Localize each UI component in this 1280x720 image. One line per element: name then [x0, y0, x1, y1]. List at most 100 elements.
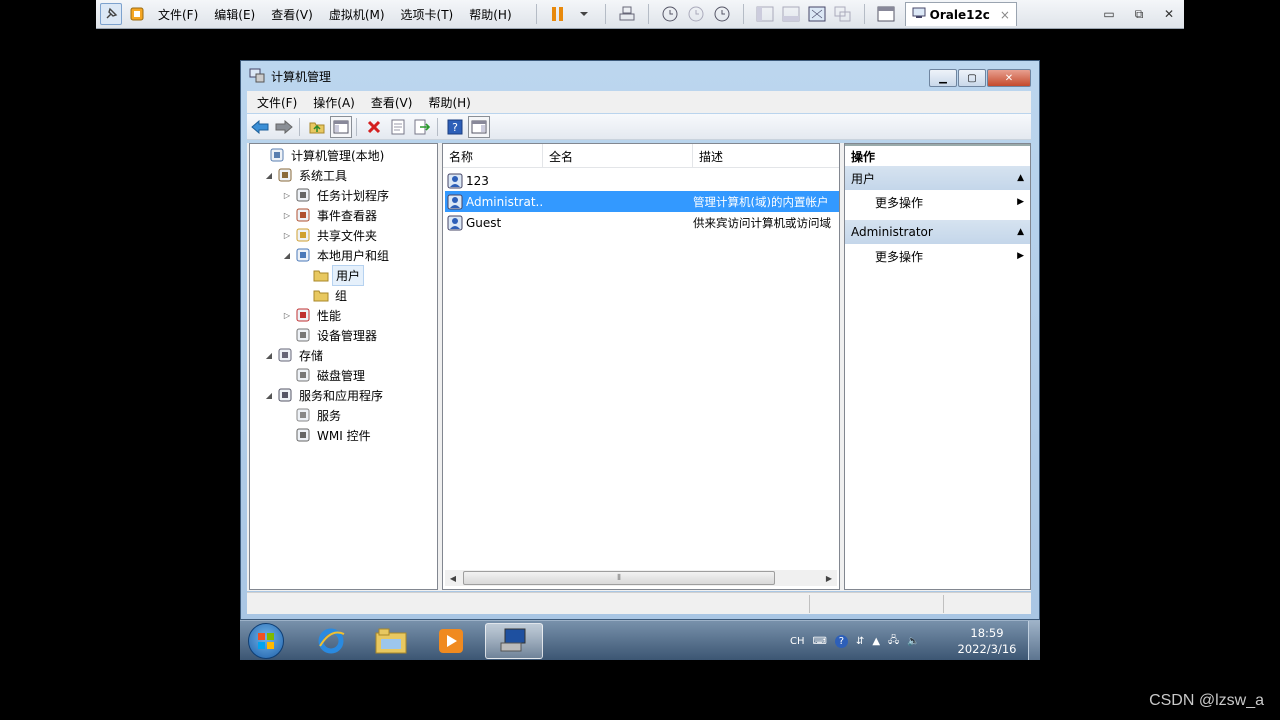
restore-icon[interactable]: ⧉: [1124, 7, 1154, 22]
language-indicator[interactable]: CH: [790, 636, 805, 647]
list-row[interactable]: 123: [445, 170, 839, 191]
tab-close-button[interactable]: ×: [1000, 8, 1010, 22]
back-arrow-icon[interactable]: [249, 116, 271, 138]
tree-item[interactable]: ◢ 本地用户和组: [282, 245, 392, 265]
collapse-arrow-icon[interactable]: ◢: [282, 251, 292, 260]
help-icon[interactable]: ?: [444, 116, 466, 138]
tree-item[interactable]: WMI 控件: [282, 425, 374, 445]
vmware-menu-vm[interactable]: 虚拟机(M): [329, 6, 385, 23]
tree-item[interactable]: ◢ 存储: [264, 345, 326, 365]
scroll-left-icon[interactable]: ◀: [445, 574, 461, 583]
vmware-menu-file[interactable]: 文件(F): [158, 6, 198, 23]
input-options-icon[interactable]: ⇵: [856, 636, 864, 647]
tree-item[interactable]: 设备管理器: [282, 325, 380, 345]
horizontal-scrollbar[interactable]: ◀ ⦀ ▶: [445, 570, 837, 586]
tree-item[interactable]: 磁盘管理: [282, 365, 368, 385]
more-actions-item[interactable]: 更多操作 ▶: [845, 190, 1030, 214]
library-view-icon[interactable]: [752, 3, 778, 25]
network-icon[interactable]: 🖧: [888, 633, 899, 650]
computer-management-task-button[interactable]: [485, 623, 543, 659]
clock-time: 18:59: [970, 626, 1004, 640]
vmware-logo-icon[interactable]: [126, 3, 148, 25]
close-button[interactable]: ✕: [987, 69, 1031, 87]
show-desktop-button[interactable]: [1028, 621, 1040, 660]
minimize-button[interactable]: ▁: [929, 69, 957, 87]
tab-vm[interactable]: Orale12c ×: [904, 2, 1017, 26]
scrollbar-thumb[interactable]: ⦀: [463, 571, 775, 585]
tree-item[interactable]: 计算机管理(本地): [256, 145, 387, 165]
collapse-icon[interactable]: ▲: [1017, 227, 1024, 237]
properties-icon[interactable]: [387, 116, 409, 138]
send-ctrl-alt-del-icon[interactable]: [614, 3, 640, 25]
show-hide-action-pane-icon[interactable]: [468, 115, 490, 138]
menu-action[interactable]: 操作(A): [313, 94, 355, 111]
tree-item[interactable]: ◢ 服务和应用程序: [264, 385, 386, 405]
collapse-icon[interactable]: ▲: [1017, 173, 1024, 183]
up-folder-icon[interactable]: [306, 116, 328, 138]
computer-management-window: 计算机管理 ▁ ▢ ✕ 文件(F) 操作(A) 查看(V) 帮助(H) ? 计算…: [240, 60, 1040, 620]
menu-file[interactable]: 文件(F): [257, 94, 297, 111]
file-explorer-icon[interactable]: [362, 623, 420, 659]
expand-arrow-icon[interactable]: ▷: [282, 311, 292, 320]
expand-arrow-icon[interactable]: ▷: [282, 191, 292, 200]
tree-item[interactable]: 组: [300, 285, 350, 305]
expand-arrow-icon[interactable]: ▷: [282, 211, 292, 220]
title-bar[interactable]: 计算机管理: [241, 61, 1039, 91]
export-list-icon[interactable]: [411, 116, 433, 138]
delete-icon[interactable]: [363, 116, 385, 138]
tree-item[interactable]: ▷ 任务计划程序: [282, 185, 392, 205]
column-header-name[interactable]: 名称: [443, 144, 543, 168]
vmware-menu-view[interactable]: 查看(V): [271, 6, 313, 23]
system-tray: CH ⌨ ? ⇵ ▲ 🖧 🔈: [790, 621, 928, 660]
internet-explorer-icon[interactable]: [302, 623, 360, 659]
volume-icon[interactable]: 🔈: [907, 636, 919, 647]
menu-bar: 文件(F) 操作(A) 查看(V) 帮助(H): [247, 91, 1031, 113]
pause-icon[interactable]: [545, 3, 571, 25]
tree-item[interactable]: ◢ 系统工具: [264, 165, 350, 185]
pin-icon[interactable]: [100, 3, 122, 25]
vmware-menu-edit[interactable]: 编辑(E): [214, 6, 255, 23]
chevron-down-icon[interactable]: [571, 3, 597, 25]
column-header-description[interactable]: 描述: [693, 144, 839, 168]
home-tab-icon[interactable]: [873, 3, 899, 25]
close-icon[interactable]: ✕: [1154, 7, 1184, 22]
action-group-users[interactable]: 用户 ▲: [845, 166, 1030, 190]
collapse-arrow-icon[interactable]: ◢: [264, 351, 274, 360]
clock[interactable]: 18:59 2022/3/16: [952, 625, 1022, 657]
vmware-menu-tabs[interactable]: 选项卡(T): [401, 6, 454, 23]
column-header-fullname[interactable]: 全名: [543, 144, 693, 168]
forward-arrow-icon[interactable]: [273, 116, 295, 138]
revert-snapshot-icon[interactable]: [683, 3, 709, 25]
tree-item[interactable]: 服务: [282, 405, 344, 425]
more-actions-item[interactable]: 更多操作 ▶: [845, 244, 1030, 268]
show-hide-tree-icon[interactable]: [330, 115, 352, 138]
media-player-icon[interactable]: [422, 623, 480, 659]
vmware-menu-help[interactable]: 帮助(H): [469, 6, 511, 23]
user-name: Administrat...: [466, 194, 543, 209]
snapshot-manager-icon[interactable]: [709, 3, 735, 25]
tree-item[interactable]: ▷ 事件查看器: [282, 205, 380, 225]
thumbnail-view-icon[interactable]: [778, 3, 804, 25]
collapse-arrow-icon[interactable]: ◢: [264, 171, 274, 180]
tree-item[interactable]: ▷ 共享文件夹: [282, 225, 380, 245]
start-button[interactable]: [248, 623, 284, 659]
list-row[interactable]: Guest 供来宾访问计算机或访问域: [445, 212, 839, 233]
taskbar: CH ⌨ ? ⇵ ▲ 🖧 🔈 18:59 2022/3/16: [240, 620, 1040, 660]
unity-icon[interactable]: [830, 3, 856, 25]
full-screen-icon[interactable]: [804, 3, 830, 25]
menu-view[interactable]: 查看(V): [371, 94, 413, 111]
help-tray-icon[interactable]: ?: [834, 634, 848, 648]
keyboard-icon[interactable]: ⌨: [813, 636, 827, 647]
menu-help[interactable]: 帮助(H): [428, 94, 470, 111]
collapse-arrow-icon[interactable]: ◢: [264, 391, 274, 400]
tree-item[interactable]: ▷ 性能: [282, 305, 344, 325]
maximize-button[interactable]: ▢: [958, 69, 986, 87]
expand-arrow-icon[interactable]: ▷: [282, 231, 292, 240]
show-hidden-icons-icon[interactable]: ▲: [872, 636, 880, 647]
snapshot-icon[interactable]: [657, 3, 683, 25]
action-group-administrator[interactable]: Administrator ▲: [845, 220, 1030, 244]
minimize-icon[interactable]: ▭: [1094, 7, 1124, 22]
scroll-right-icon[interactable]: ▶: [821, 574, 837, 583]
list-row[interactable]: Administrat... 管理计算机(域)的内置帐户: [445, 191, 839, 212]
tree-item[interactable]: 用户: [300, 264, 365, 286]
